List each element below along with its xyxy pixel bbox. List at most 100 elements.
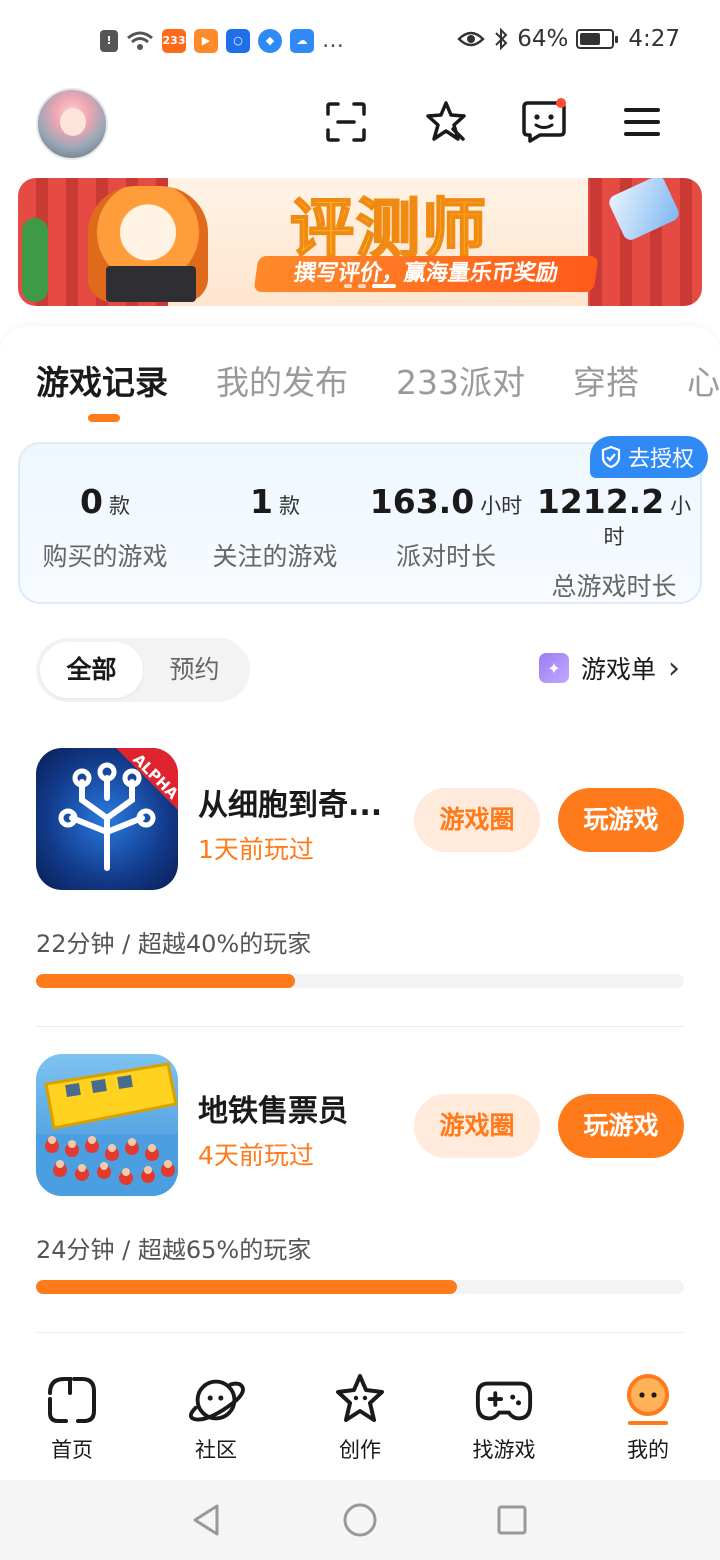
nav-label: 找游戏 (472, 1438, 536, 1462)
game-item[interactable]: ALPHA 从细胞到奇... 1天前玩过 游戏圈 玩游戏 22分钟 / 超越40… (36, 748, 684, 1038)
cloud-app-icon: ☁ (290, 28, 314, 53)
nav-profile[interactable]: 我的 (576, 1360, 720, 1480)
banner-dot (344, 284, 352, 288)
play-game-button[interactable]: 玩游戏 (558, 1094, 684, 1158)
back-icon[interactable] (186, 1500, 226, 1540)
promo-banner[interactable]: 评测师 撰写评价，赢海量乐币奖励 (18, 178, 702, 306)
stat-total-time: 1212.2 小时 总游戏时长 (528, 482, 700, 603)
more-notifications-icon: … (322, 28, 344, 53)
stat-unit: 款 (108, 494, 130, 518)
game-item[interactable]: 地铁售票员 4天前玩过 游戏圈 玩游戏 24分钟 / 超越65%的玩家 (36, 1054, 684, 1344)
message-icon[interactable] (516, 94, 572, 150)
profile-icon (618, 1370, 678, 1430)
banner-pagination (344, 284, 396, 288)
game-icon-cell-to-singularity: ALPHA (36, 748, 178, 890)
authorize-button[interactable]: 去授权 (589, 436, 708, 478)
scan-icon[interactable] (318, 94, 374, 150)
progress-fill (36, 1280, 458, 1294)
stat-unit: 小时 (480, 494, 523, 518)
banner-dot (358, 284, 366, 288)
tab-my-posts[interactable]: 我的发布 (216, 356, 348, 404)
game-icon-subway-ticket (36, 1054, 178, 1196)
star-badge-icon[interactable] (418, 94, 474, 150)
planet-icon (186, 1370, 246, 1430)
message-unread-dot (556, 98, 566, 108)
create-star-icon (330, 1370, 390, 1430)
stat-value: 1 (250, 482, 273, 521)
clock: 4:27 (628, 26, 680, 52)
stat-value: 1212.2 (536, 482, 665, 521)
stat-value: 163.0 (369, 482, 475, 521)
gamepad-icon (474, 1370, 534, 1430)
playtime-progress-bar (36, 974, 684, 988)
divider (36, 1026, 684, 1027)
nav-create[interactable]: 创作 (288, 1360, 432, 1480)
stat-label: 总游戏时长 (551, 572, 677, 601)
cell-tree-icon: ALPHA (58, 748, 178, 871)
stat-party-time: 163.0 小时 派对时长 (366, 482, 526, 573)
tab-game-records[interactable]: 游戏记录 (36, 356, 168, 404)
bluetooth-icon (495, 27, 508, 51)
nav-label: 创作 (339, 1438, 381, 1462)
banner-dot-active (372, 284, 396, 288)
banner-subtitle: 撰写评价，赢海量乐币奖励 (253, 256, 599, 292)
app-233-icon: 233 (162, 28, 186, 53)
nav-label: 社区 (195, 1438, 237, 1462)
filter-reserved[interactable]: 预约 (143, 642, 246, 698)
play-game-button[interactable]: 玩游戏 (558, 788, 684, 852)
battery-percent: 64% (517, 26, 569, 52)
tab-indicator (88, 414, 120, 422)
game-list-link[interactable]: ✦ 游戏单 › (538, 650, 680, 686)
tab-outfits[interactable]: 穿搭 (573, 356, 639, 404)
stat-value: 0 (80, 482, 103, 521)
nav-find-games[interactable]: 找游戏 (432, 1360, 576, 1480)
filter-all[interactable]: 全部 (40, 642, 143, 698)
bulb-app-icon: ○ (226, 28, 250, 53)
game-list-label: 游戏单 (580, 655, 656, 684)
shield-check-icon (601, 445, 621, 469)
laptop-illustration (106, 266, 196, 302)
game-last-played: 1天前玩过 (198, 835, 314, 864)
system-nav-bar (0, 1480, 720, 1560)
eye-icon (457, 31, 485, 47)
game-title: 从细胞到奇... (198, 788, 383, 823)
game-circle-button[interactable]: 游戏圈 (414, 788, 540, 852)
progress-fill (36, 974, 296, 988)
playtime-progress-bar (36, 1280, 684, 1294)
tab-233-party[interactable]: 233派对 (396, 356, 525, 404)
filter-row: 全部 预约 ✦ 游戏单 › (36, 638, 684, 702)
home-circle-icon[interactable] (340, 1500, 380, 1540)
tab-more[interactable]: 心 (687, 356, 720, 404)
battery-icon (576, 29, 619, 49)
top-header (0, 84, 720, 176)
status-system-icons: 64% 4:27 (457, 26, 680, 52)
status-notification-icons: ! 233 ▶ ○ ◆ ☁ … (100, 28, 344, 53)
menu-icon[interactable] (614, 94, 670, 150)
profile-tabs: 游戏记录 我的发布 233派对 穿搭 心 (36, 356, 720, 404)
avatar-face (60, 108, 86, 136)
game-playtime-stat: 24分钟 / 超越65%的玩家 (36, 1236, 312, 1264)
home-icon (42, 1370, 102, 1430)
game-circle-button[interactable]: 游戏圈 (414, 1094, 540, 1158)
globe-app-icon: ◆ (258, 28, 282, 53)
battery-level (580, 33, 600, 45)
stat-purchased: 0款 购买的游戏 (30, 482, 180, 573)
stat-followed: 1款 关注的游戏 (200, 482, 350, 573)
stat-unit: 款 (278, 494, 300, 518)
stat-label: 购买的游戏 (42, 542, 168, 571)
user-avatar[interactable] (36, 88, 108, 160)
nav-home[interactable]: 首页 (0, 1360, 144, 1480)
sparkle-icon: ✦ (538, 653, 569, 683)
status-bar: ! 233 ▶ ○ ◆ ☁ … 64% 4:27 (0, 0, 720, 84)
game-last-played: 4天前玩过 (198, 1141, 314, 1170)
bottom-nav: 首页 社区 创作 找游戏 我的 (0, 1360, 720, 1480)
game-title: 地铁售票员 (198, 1094, 348, 1129)
recent-apps-icon[interactable] (492, 1500, 532, 1540)
cactus-illustration (22, 218, 48, 302)
nav-community[interactable]: 社区 (144, 1360, 288, 1480)
stats-card: 去授权 0款 购买的游戏 1款 关注的游戏 163.0 小时 派对时长 1212.… (18, 436, 708, 604)
nav-label: 首页 (51, 1438, 93, 1462)
game-playtime-stat: 22分钟 / 超越40%的玩家 (36, 930, 312, 958)
wifi-icon (127, 31, 153, 50)
content-panel: 游戏记录 我的发布 233派对 穿搭 心 去授权 0款 购买的游戏 1款 关注的… (0, 326, 720, 1360)
